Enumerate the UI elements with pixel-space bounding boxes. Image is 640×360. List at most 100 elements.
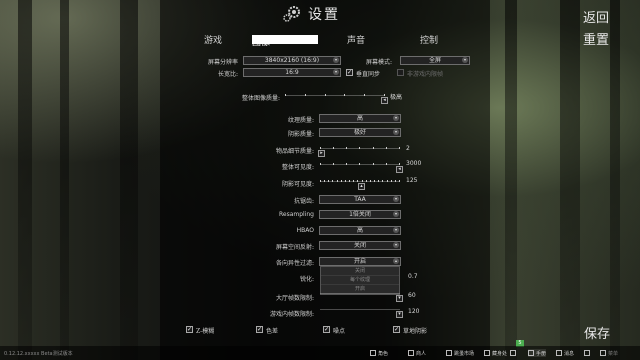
hbao-label: HBAO [296, 227, 314, 234]
taskbar-menu[interactable]: 菜单 [600, 349, 618, 357]
taskbar-character[interactable]: 角色 [370, 349, 388, 357]
taskbar-friends[interactable] [584, 349, 590, 357]
slider-handle[interactable]: ◂ [381, 97, 388, 104]
ssr-select[interactable]: 关闭 ▾ [319, 241, 401, 250]
taskbar-label: 消息 [564, 350, 575, 357]
sharpen-value: 0.7 [408, 273, 418, 280]
tab-sound[interactable]: 声音 [347, 33, 365, 46]
taskbar-label: 跳蚤市场 [454, 350, 475, 357]
shadow-quality-select[interactable]: 极好 ▾ [319, 128, 401, 137]
chevron-down-icon: ▾ [393, 227, 399, 233]
taskbar-label: 商人 [416, 350, 427, 357]
aspect-label: 长宽比: [217, 71, 238, 78]
messages-icon [556, 350, 562, 356]
handbook-icon [528, 350, 534, 356]
taskbar-label: 手册 [536, 350, 547, 357]
overall-quality-slider[interactable]: ◂ [285, 92, 388, 104]
taskbar-messages[interactable]: 消息 [556, 349, 574, 357]
slider-handle[interactable]: ▾ [396, 295, 403, 302]
menu-icon [600, 350, 606, 356]
texture-quality-select[interactable]: 高 ▾ [319, 114, 401, 123]
slider-handle[interactable]: ▾ [396, 311, 403, 318]
aspect-select[interactable]: 16:9 ▾ [243, 68, 341, 77]
shadow-visibility-slider[interactable]: ▴ [320, 178, 400, 190]
screen-mode-select[interactable]: 全屏 ▾ [400, 56, 470, 65]
dropdown-option[interactable]: 每个纹理 [321, 276, 399, 285]
z-blur-checkbox[interactable]: ✓ [186, 326, 193, 333]
taskbar-handbook[interactable]: 手册 [528, 349, 547, 357]
overall-visibility-slider[interactable]: ◂ [320, 161, 403, 173]
anisotropic-label: 各向异性过滤: [275, 260, 314, 267]
antialiasing-value: TAA [354, 196, 366, 203]
slider-handle[interactable]: ▸ [318, 150, 325, 157]
page-title: 设置 [308, 7, 340, 23]
taskbar-label: 菜单 [608, 350, 619, 357]
taskbar-label: 藏身处 [492, 350, 508, 357]
character-icon [370, 350, 376, 356]
taskbar-backpack[interactable] [510, 349, 516, 357]
resampling-value: 1倍关闭 [349, 211, 371, 218]
taskbar-hideout[interactable]: 藏身处 [484, 349, 507, 357]
tab-game[interactable]: 游戏 [204, 33, 222, 46]
tab-graphics[interactable]: 图像 [252, 35, 318, 48]
resolution-label: 屏幕分辨率 [207, 59, 238, 66]
noise-checkbox[interactable]: ✓ [323, 326, 330, 333]
taskbar-flea[interactable]: 跳蚤市场 [446, 349, 474, 357]
game-fps-value: 120 [408, 308, 420, 315]
grass-shadow-checkbox[interactable]: ✓ [393, 326, 400, 333]
object-lod-slider[interactable]: ▸ [318, 145, 400, 157]
chromatic-label: 色差 [266, 328, 279, 335]
anisotropic-select[interactable]: 开启 ▴ [319, 257, 401, 266]
friends-icon [584, 350, 590, 356]
chevron-down-icon: ▾ [333, 57, 339, 63]
chromatic-checkbox[interactable]: ✓ [256, 326, 263, 333]
chevron-down-icon: ▾ [333, 69, 339, 75]
z-blur-label: Z-模糊 [196, 328, 215, 335]
dropdown-option[interactable]: 关闭 [321, 267, 399, 276]
aspect-value: 16:9 [285, 69, 299, 76]
resolution-value: 3840x2160 (16:9) [264, 57, 320, 64]
flea-market-icon [446, 350, 452, 356]
resampling-select[interactable]: 1倍关闭 ▾ [319, 210, 401, 219]
screen-mode-label: 屏幕模式: [365, 59, 392, 66]
chevron-down-icon: ▾ [393, 196, 399, 202]
chevron-down-icon: ▾ [393, 115, 399, 121]
version-label: 0.12.12.xxxxx Beta测试版本 [4, 351, 73, 357]
overall-quality-value: 极高 [390, 94, 403, 101]
shadow-quality-label: 阴影质量: [287, 131, 314, 138]
sharpen-label: 锐化: [299, 276, 314, 283]
other-check-label: 非游戏内限帧 [407, 71, 444, 78]
other-checkbox[interactable] [397, 69, 404, 76]
lobby-fps-slider[interactable]: ▾ [320, 290, 403, 302]
hbao-select[interactable]: 高 ▾ [319, 226, 401, 235]
game-fps-slider[interactable]: ▾ [320, 306, 403, 318]
backpack-icon [510, 350, 516, 356]
hbao-value: 高 [356, 227, 363, 234]
back-button[interactable]: 返回 [583, 7, 609, 26]
chevron-down-icon: ▾ [393, 242, 399, 248]
object-lod-label: 物品细节质量: [275, 148, 314, 155]
vsync-checkbox[interactable]: ✓ [346, 69, 353, 76]
tab-controls[interactable]: 控制 [420, 33, 438, 46]
lobby-fps-value: 60 [408, 292, 416, 299]
texture-quality-value: 高 [356, 115, 363, 122]
screen-mode-value: 全屏 [428, 57, 441, 64]
overall-visibility-value: 3000 [406, 160, 422, 167]
settings-header: 设置 [282, 4, 340, 24]
resolution-select[interactable]: 3840x2160 (16:9) ▾ [243, 56, 341, 65]
chevron-down-icon: ▾ [462, 57, 468, 63]
anisotropic-value: 开启 [353, 258, 366, 265]
slider-handle[interactable]: ▴ [358, 183, 365, 190]
taskbar-trader[interactable]: 商人 [408, 349, 426, 357]
antialiasing-select[interactable]: TAA ▾ [319, 195, 401, 204]
object-lod-value: 2 [406, 145, 410, 152]
post-fx-checks: ✓ Z-模糊 ✓ 色差 ✓ 噪点 ✓ 草地阴影 [0, 324, 640, 336]
save-button[interactable]: 保存 [584, 323, 610, 342]
chevron-up-icon: ▴ [393, 258, 399, 264]
slider-handle[interactable]: ◂ [396, 166, 403, 173]
texture-quality-label: 纹理质量: [287, 117, 314, 124]
trader-icon [408, 350, 414, 356]
game-fps-label: 游戏内帧数限制: [269, 311, 314, 318]
bottom-taskbar: 0.12.12.xxxxx Beta测试版本 角色 商人 跳蚤市场 藏身处 手册… [0, 346, 640, 360]
grass-shadow-label: 草地阴影 [403, 328, 428, 335]
